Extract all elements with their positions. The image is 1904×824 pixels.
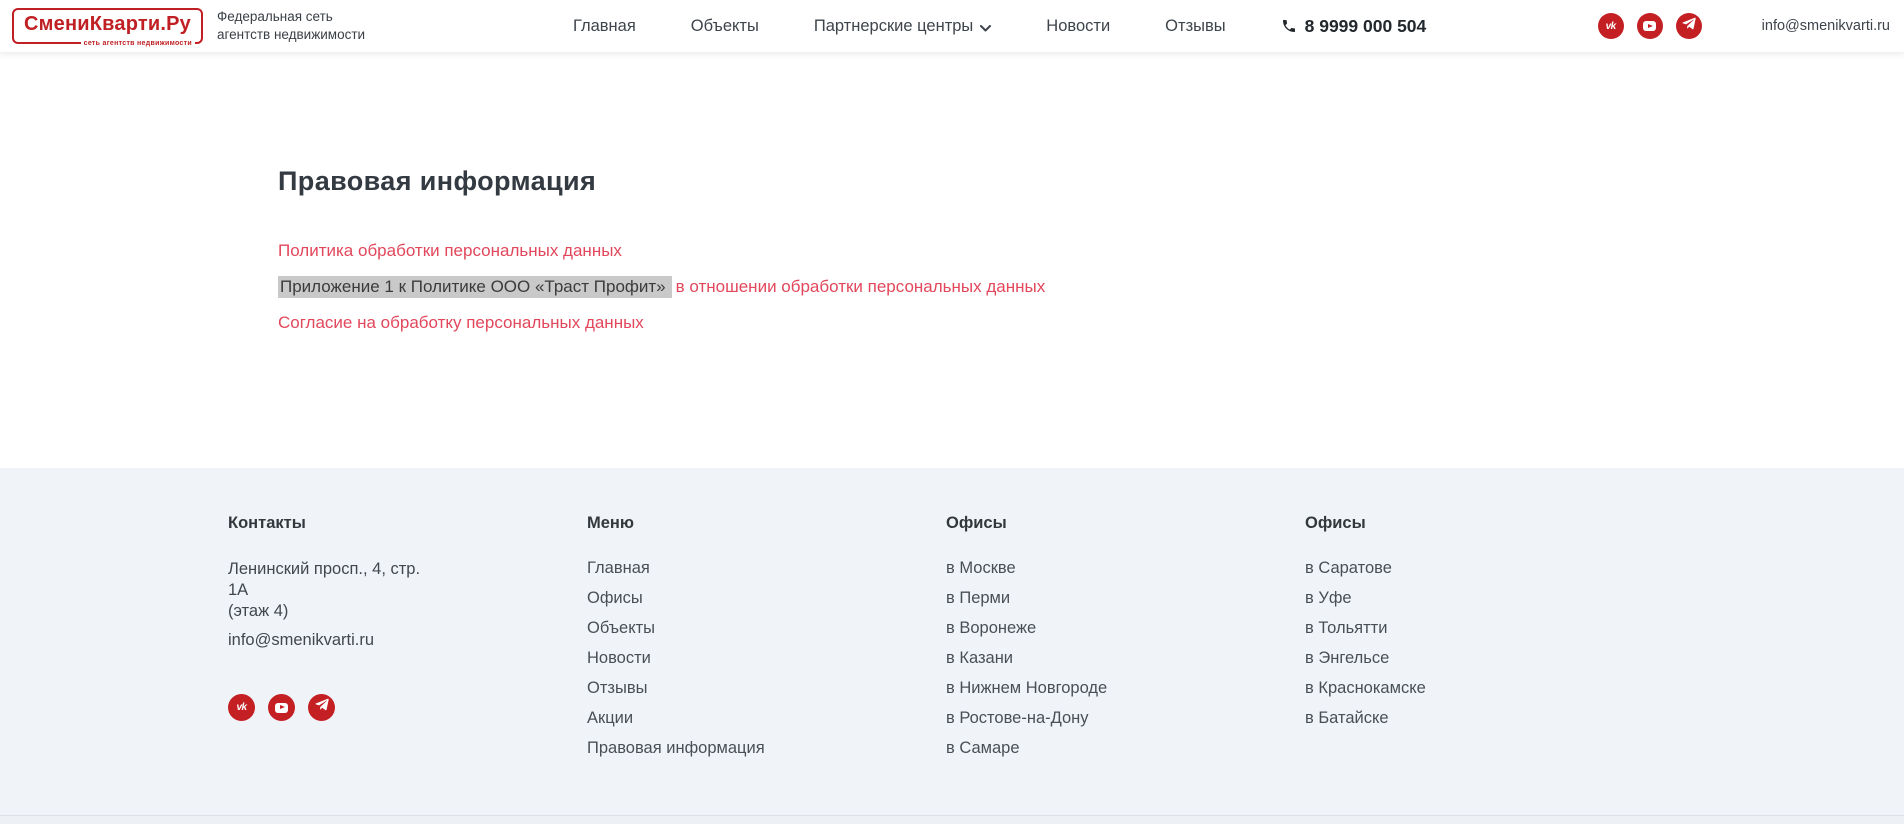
- youtube-icon: [1643, 21, 1657, 31]
- footer-office-link-krasnokamsk[interactable]: в Краснокамске: [1305, 679, 1426, 697]
- vk-icon: vk: [1605, 20, 1617, 32]
- nav-item-label: Отзывы: [1165, 16, 1226, 35]
- footer-socials: vk: [228, 694, 587, 721]
- footer-menu-link-reviews[interactable]: Отзывы: [587, 679, 946, 697]
- footer-office-link-saratov[interactable]: в Саратове: [1305, 559, 1426, 577]
- address-line: (этаж 4): [228, 602, 289, 620]
- footer-menu-column: Меню Главная Офисы Объекты Новости Отзыв…: [587, 514, 946, 769]
- footer-office-link-ufa[interactable]: в Уфе: [1305, 589, 1426, 607]
- legal-link-consent[interactable]: Согласие на обработку персональных данны…: [278, 313, 644, 332]
- footer-office-link-samara[interactable]: в Самаре: [946, 739, 1305, 757]
- nav-item-home[interactable]: Главная: [573, 17, 636, 36]
- footer-office-link-bataysk[interactable]: в Батайске: [1305, 709, 1426, 727]
- footer-heading-offices: Офисы: [1305, 514, 1366, 532]
- phone-number: 8 9999 000 504: [1304, 15, 1427, 36]
- nav-item-partner-centers[interactable]: Партнерские центры: [813, 16, 992, 37]
- footer-office-link-moscow[interactable]: в Москве: [946, 559, 1305, 577]
- phone-icon: [1281, 18, 1297, 34]
- list-item: Политика обработки персональных данных: [278, 241, 1904, 260]
- nav-item-news[interactable]: Новости: [1046, 17, 1110, 36]
- telegram-link[interactable]: [1675, 13, 1702, 39]
- main-nav: Главная Объекты Партнерские центры Новос…: [573, 16, 1226, 37]
- nav-item-label: Партнерские центры: [813, 16, 974, 35]
- header-email-link[interactable]: info@smenikvarti.ru: [1762, 18, 1890, 34]
- footer-heading-contacts: Контакты: [228, 514, 306, 532]
- footer-offices-column-1: Офисы в Москве в Перми в Воронеже в Каза…: [946, 514, 1305, 769]
- copyright-bar: © Все права защищены: [0, 815, 1904, 824]
- page: { "colors": { "brand_red": "#c01f23", "s…: [0, 0, 1904, 824]
- footer-office-link-perm[interactable]: в Перми: [946, 589, 1305, 607]
- list-item: Приложение 1 к Политике ООО «Траст Профи…: [278, 276, 1904, 298]
- telegram-link[interactable]: [308, 694, 335, 721]
- footer-menu-link-home[interactable]: Главная: [587, 559, 946, 577]
- footer-email-link[interactable]: info@smenikvarti.ru: [228, 631, 374, 650]
- telegram-icon: [1682, 17, 1696, 36]
- footer-contacts-column: Контакты Ленинский просп., 4, стр. 1А (э…: [228, 514, 587, 769]
- footer-menu-link-objects[interactable]: Объекты: [587, 619, 946, 637]
- address-line: Ленинский просп., 4, стр. 1А: [228, 560, 421, 599]
- chevron-down-icon: [980, 18, 992, 37]
- nav-item-label: Новости: [1046, 16, 1111, 35]
- legal-link-appendix[interactable]: в отношении обработки персональных данны…: [676, 277, 1046, 296]
- site-tagline: Федеральная сеть агентств недвижимости: [216, 8, 366, 42]
- nav-item-label: Главная: [572, 16, 636, 35]
- footer-heading-offices: Офисы: [946, 514, 1007, 532]
- nav-item-label: Объекты: [690, 16, 759, 35]
- footer-office-link-nizhny-novgorod[interactable]: в Нижнем Новгороде: [946, 679, 1305, 697]
- vk-link[interactable]: vk: [1597, 13, 1624, 39]
- footer-menu-link-offices[interactable]: Офисы: [587, 589, 946, 607]
- footer-heading-menu: Меню: [587, 514, 634, 532]
- vk-link[interactable]: vk: [228, 694, 255, 721]
- footer-office-link-rostov-na-donu[interactable]: в Ростове-на-Дону: [946, 709, 1305, 727]
- footer-offices-column-2: Офисы в Саратове в Уфе в Тольятти в Энге…: [1305, 514, 1426, 769]
- selected-text-highlight: Приложение 1 к Политике ООО «Траст Профи…: [278, 276, 672, 298]
- nav-item-reviews[interactable]: Отзывы: [1165, 17, 1225, 36]
- footer-office-link-voronezh[interactable]: в Воронеже: [946, 619, 1305, 637]
- logo[interactable]: СмениКварти.Ру сеть агентств недвижимост…: [12, 8, 203, 47]
- vk-icon: vk: [236, 702, 247, 713]
- youtube-link[interactable]: [268, 694, 295, 721]
- legal-links-list: Политика обработки персональных данных П…: [278, 241, 1904, 332]
- footer-menu-link-news[interactable]: Новости: [587, 649, 946, 667]
- site-footer: Контакты Ленинский просп., 4, стр. 1А (э…: [0, 468, 1904, 824]
- footer-office-link-tolyatti[interactable]: в Тольятти: [1305, 619, 1426, 637]
- footer-office-link-engels[interactable]: в Энгельсе: [1305, 649, 1426, 667]
- logo-subtext: сеть агентств недвижимости: [80, 40, 195, 47]
- list-item: Согласие на обработку персональных данны…: [278, 313, 1904, 332]
- telegram-icon: [314, 698, 329, 717]
- phone-link[interactable]: 8 9999 000 504: [1281, 15, 1427, 37]
- footer-columns: Контакты Ленинский просп., 4, стр. 1А (э…: [0, 468, 1904, 769]
- footer-menu-link-legal[interactable]: Правовая информация: [587, 739, 946, 757]
- youtube-icon: [275, 702, 288, 713]
- legal-link-policy[interactable]: Политика обработки персональных данных: [278, 241, 622, 260]
- footer-office-link-kazan[interactable]: в Казани: [946, 649, 1305, 667]
- logo-text: СмениКварти.Ру: [24, 13, 191, 35]
- header-socials: vk: [1597, 13, 1702, 39]
- youtube-link[interactable]: [1636, 13, 1663, 39]
- page-title: Правовая информация: [278, 166, 597, 196]
- site-header: СмениКварти.Ру сеть агентств недвижимост…: [0, 0, 1904, 52]
- main-content: Правовая информация Политика обработки п…: [0, 52, 1904, 468]
- footer-menu-link-promos[interactable]: Акции: [587, 709, 946, 727]
- nav-item-objects[interactable]: Объекты: [691, 17, 759, 36]
